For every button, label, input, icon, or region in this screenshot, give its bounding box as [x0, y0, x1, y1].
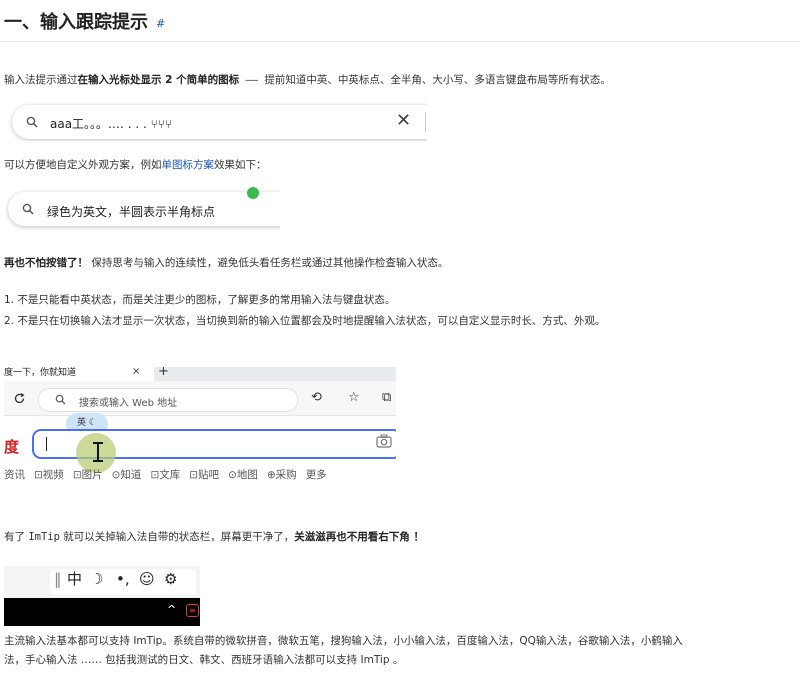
browser-screenshot: 度一下，你就知道 × + 搜索或输入 Web 地址 ⟲ ☆ ⧉ 英 ☾ 度 资讯…: [4, 367, 396, 497]
navigation-bar: 搜索或输入 Web 地址 ⟲ ☆ ⧉: [4, 381, 396, 416]
tab-bar: 度一下，你就知道 × +: [4, 367, 396, 381]
text-cursor-icon: [93, 442, 103, 462]
baidu-logo: 度: [4, 438, 20, 456]
demo-search-box-1: aaa工。。。.… . . . ⑂⑂⑂ ✕: [4, 103, 427, 141]
support-line: 法，手心输入法 …… 包括我测试的日文、韩文、西班牙语输入法都可以支持 ImTi…: [4, 654, 404, 666]
category-link[interactable]: ⊕采购: [267, 469, 297, 481]
ime-toolbar-screenshot: ‖ 中 ☽ •, ☺ ⚙ ^ ≡: [4, 566, 200, 626]
category-links: 资讯 ⊡视频 ⊡图片 ⊙知道 ⊡文库 ⊡贴吧 ⊙地图 ⊕采购 更多: [4, 467, 336, 482]
category-link[interactable]: ⊙知道: [112, 469, 142, 481]
imtip-paragraph: 有了 ImTip 就可以关掉输入法自带的状态栏，屏幕更干净了，关滋滋再也不用看右…: [4, 529, 424, 545]
list-item: 1. 不是只能看中英状态，而是关注更少的图标，了解更多的常用输入法与键盘状态。: [4, 294, 396, 306]
intro-dash: ——: [239, 74, 265, 86]
chevron-up-icon[interactable]: ^: [167, 603, 176, 616]
category-link[interactable]: 更多: [306, 469, 327, 481]
text-caret: [46, 437, 47, 451]
intro-lead: 输入法提示通过: [4, 74, 78, 86]
address-bar[interactable]: 搜索或输入 Web 地址: [38, 388, 298, 412]
noerror-paragraph: 再也不怕按错了！ 保持思考与输入的连续性，避免低头看任务栏或通过其他操作检查输入…: [4, 255, 448, 271]
category-link[interactable]: ⊡视频: [34, 469, 64, 481]
intro-paragraph: 输入法提示通过在输入光标处显示 2 个简单的图标 —— 提前知道中英、中英标点、…: [4, 72, 611, 88]
custom-after: 效果如下：: [214, 159, 267, 171]
noerror-bold: 再也不怕按错了！: [4, 257, 88, 269]
custom-paragraph: 可以方便地自定义外观方案，例如单图标方案效果如下：: [4, 157, 267, 173]
demo-search-box-2: 绿色为英文，半圆表示半角标点: [4, 184, 280, 234]
separator: [425, 112, 426, 132]
imtip-before: 有了: [4, 531, 29, 543]
collections-icon[interactable]: ⧉: [382, 390, 391, 405]
drag-handle-icon[interactable]: ‖: [54, 571, 62, 587]
intro-bold: 在输入光标处显示 2 个简单的图标: [77, 74, 240, 86]
tab-close-icon[interactable]: ×: [132, 367, 140, 377]
intro-rest: 提前知道中英、中英标点、全半角、大小写、多语言键盘布局等所有状态。: [264, 74, 611, 86]
chinese-mode-icon[interactable]: 中: [67, 571, 82, 587]
settings-gear-icon[interactable]: ⚙: [164, 571, 177, 587]
imtip-middle: 就可以关掉输入法自带的状态栏，屏幕更干净了，: [59, 531, 295, 543]
extensions-icon[interactable]: ⟲: [311, 390, 322, 405]
noerror-rest: 保持思考与输入的连续性，避免低头看任务栏或通过其他操作检查输入状态。: [88, 257, 449, 269]
divider: [0, 41, 800, 42]
tray-app-icon[interactable]: ≡: [186, 604, 199, 617]
custom-before: 可以方便地自定义外观方案，例如: [4, 159, 162, 171]
category-link[interactable]: ⊡图片: [73, 469, 103, 481]
title-text: 一、输入跟踪提示: [4, 12, 148, 33]
demo-input-text: 绿色为英文，半圆表示半角标点: [47, 205, 216, 219]
category-link[interactable]: ⊙地图: [228, 469, 258, 481]
search-icon: [55, 394, 66, 405]
tab-title: 度一下，你就知道: [4, 368, 77, 378]
imtip-bold: 关滋滋再也不用看右下角 ！: [294, 531, 424, 543]
halfwidth-moon-icon[interactable]: ☽: [90, 571, 103, 587]
category-link[interactable]: ⊡文库: [150, 469, 180, 481]
category-link[interactable]: 资讯: [4, 469, 25, 481]
demo-input-text: aaa工。。。.… . . . ⑂⑂⑂: [50, 117, 173, 131]
heading-anchor-link[interactable]: #: [156, 17, 165, 30]
close-icon[interactable]: ✕: [396, 112, 411, 130]
support-line: 主流输入法基本都可以支持 ImTip。系统自带的微软拼音，微软五笔，搜狗输入法，…: [4, 635, 683, 647]
imtip-name: ImTip: [28, 531, 60, 543]
list-item: 2. 不是只在切换输入法才显示一次状态，当切换到新的输入位置都会及时地提醒输入法…: [4, 315, 606, 327]
new-tab-icon[interactable]: +: [158, 367, 169, 379]
category-link[interactable]: ⊡贴吧: [189, 469, 219, 481]
camera-icon[interactable]: [376, 434, 392, 448]
search-icon: [22, 203, 34, 215]
page-title: 一、输入跟踪提示 #: [4, 8, 165, 34]
emoji-icon[interactable]: ☺: [139, 571, 155, 587]
search-icon: [26, 116, 38, 128]
refresh-icon[interactable]: [13, 392, 26, 405]
single-icon-scheme-link[interactable]: 单图标方案: [162, 159, 215, 171]
address-placeholder: 搜索或输入 Web 地址: [79, 398, 178, 409]
punctuation-icon[interactable]: •,: [116, 571, 130, 587]
favorites-icon[interactable]: ☆: [348, 390, 360, 405]
green-status-dot: [247, 187, 259, 199]
